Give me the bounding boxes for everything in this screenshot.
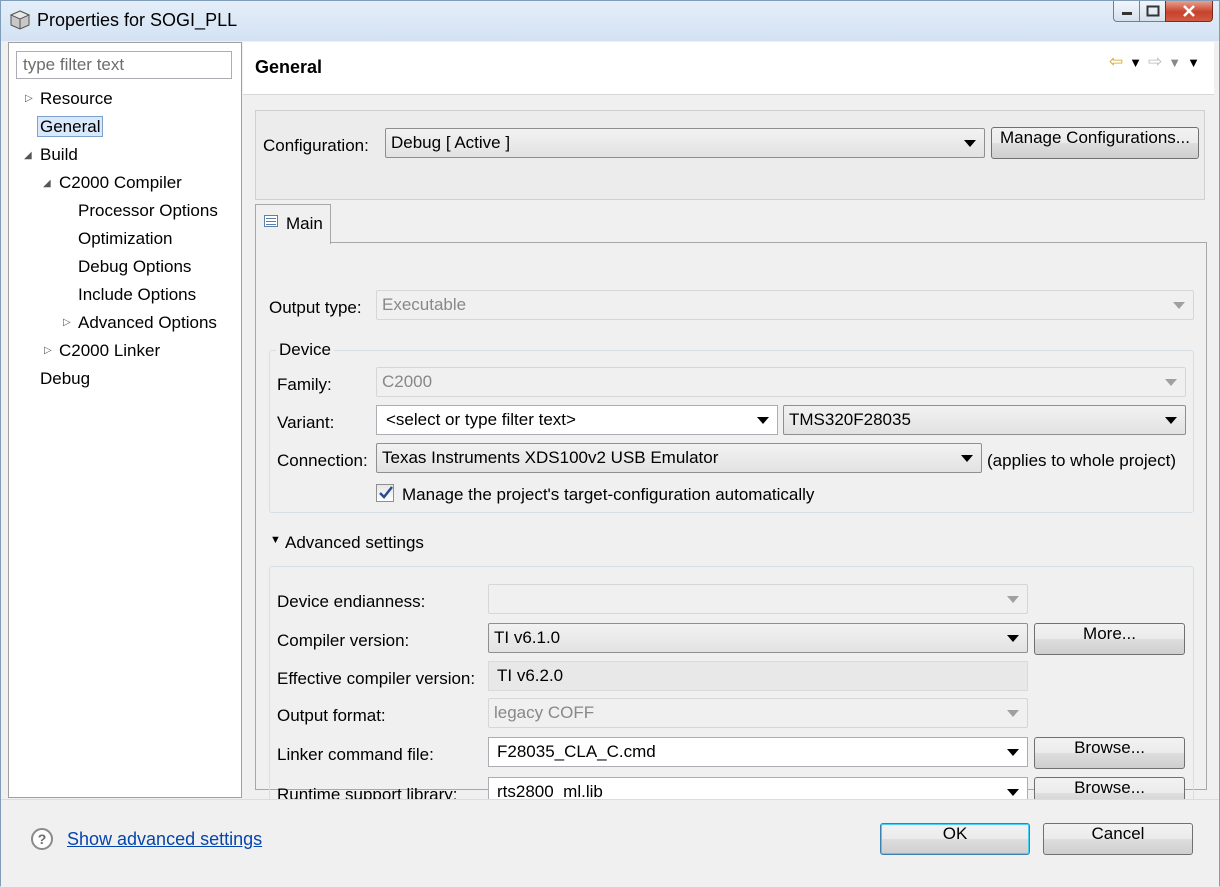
collapsed-arrow-icon[interactable]: ▷ [44,338,52,364]
compiler-version-select[interactable]: TI v6.1.0 [488,623,1028,653]
dropdown-arrow-icon [757,417,769,424]
expanded-arrow-icon[interactable]: ◢ [43,171,51,197]
configuration-value: Debug [ Active ] [391,133,511,152]
configuration-select[interactable]: Debug [ Active ] [385,128,985,158]
dropdown-arrow-icon [1165,417,1177,424]
linker-cmd-combo[interactable]: F28035_CLA_C.cmd [488,737,1028,767]
dropdown-arrow-icon [1165,379,1177,386]
app-cube-icon [9,10,31,30]
forward-dropdown-icon[interactable]: ▼ [1168,55,1181,70]
ok-button[interactable]: OK [880,823,1030,855]
properties-tree-pane: ▷ Resource General ◢ Build ◢ C2000 Compi… [8,42,242,798]
close-button[interactable] [1165,1,1213,22]
linker-cmd-label: Linker command file: [277,745,434,764]
output-format-select[interactable]: legacy COFF [488,698,1028,728]
compiler-version-value: TI v6.1.0 [494,628,561,647]
dialog-footer: ? Show advanced settings OK Cancel [1,799,1219,887]
output-type-label: Output type: [269,298,362,317]
view-menu-icon[interactable]: ▼ [1187,55,1200,70]
tab-main[interactable]: Main [255,204,331,244]
checkmark-icon [379,486,393,499]
dropdown-arrow-icon [1007,749,1019,756]
question-mark-icon[interactable]: ? [31,828,53,850]
configuration-panel: Configuration: Debug [ Active ] Manage C… [255,110,1205,200]
properties-page: General ⇦ ▼ ⇨ ▼ ▼ Configuration: Debug [… [243,42,1214,817]
tree-item-optimization[interactable]: Optimization [78,226,172,252]
variant-filter-text: <select or type filter text> [386,410,576,429]
effective-compiler-label: Effective compiler version: [277,669,476,688]
variant-value: TMS320F28035 [789,410,911,429]
properties-dialog: Properties for SOGI_PLL ▷ Resource Gener… [0,0,1220,887]
connection-note: (applies to whole project) [987,451,1176,470]
variant-select[interactable]: TMS320F28035 [783,405,1186,435]
effective-compiler-field: TI v6.2.0 [488,661,1028,691]
dropdown-arrow-icon [1007,789,1019,796]
close-icon [1183,5,1195,17]
advanced-settings-toggle[interactable]: Advanced settings [285,533,424,553]
connection-label: Connection: [277,451,368,470]
page-header: General ⇦ ▼ ⇨ ▼ ▼ [243,42,1214,95]
output-type-select[interactable]: Executable [376,290,1194,320]
collapsed-arrow-icon[interactable]: ▷ [63,310,71,336]
cancel-button[interactable]: Cancel [1043,823,1193,855]
family-select[interactable]: C2000 [376,367,1186,397]
collapsed-arrow-icon[interactable]: ▷ [25,86,33,112]
expanded-arrow-icon[interactable]: ◢ [24,143,32,169]
linker-cmd-value: F28035_CLA_C.cmd [497,742,656,761]
variant-filter-combo[interactable]: <select or type filter text> [376,405,778,435]
tree-item-debug[interactable]: Debug [40,366,90,392]
page-title: General [255,57,323,77]
dropdown-arrow-icon [1173,302,1185,309]
tree-item-include-options[interactable]: Include Options [78,282,196,308]
connection-value: Texas Instruments XDS100v2 USB Emulator [382,448,719,467]
device-endianness-label: Device endianness: [277,592,426,611]
dropdown-arrow-icon [1007,710,1019,717]
maximize-icon [1146,5,1159,17]
main-tab-content: Output type: Executable Device Family: C… [255,242,1207,817]
window-title: Properties for SOGI_PLL [37,10,238,30]
device-group-title: Device [276,340,334,360]
tree-filter-input[interactable] [16,51,232,79]
configuration-label: Configuration: [263,136,369,155]
connection-select[interactable]: Texas Instruments XDS100v2 USB Emulator [376,443,982,473]
show-advanced-settings-link[interactable]: Show advanced settings [67,829,262,850]
variant-label: Variant: [277,413,335,432]
dropdown-arrow-icon [961,455,973,462]
tab-main-label: Main [286,214,323,233]
manage-configurations-button[interactable]: Manage Configurations... [991,127,1199,159]
tree-item-processor-options[interactable]: Processor Options [78,198,218,224]
linker-cmd-browse-button[interactable]: Browse... [1034,737,1185,769]
manage-target-config-checkbox[interactable] [376,484,394,502]
tree-item-debug-options[interactable]: Debug Options [78,254,191,280]
output-format-label: Output format: [277,706,386,725]
back-dropdown-icon[interactable]: ▼ [1129,55,1142,70]
expanded-triangle-icon[interactable]: ▼ [270,534,281,546]
more-button[interactable]: More... [1034,623,1185,655]
family-label: Family: [277,375,332,394]
compiler-version-label: Compiler version: [277,631,410,650]
minimize-icon [1121,12,1132,15]
history-navigation: ⇦ ▼ ⇨ ▼ ▼ [1109,52,1200,72]
family-value: C2000 [382,372,433,391]
dropdown-arrow-icon [1007,596,1019,603]
back-arrow-icon[interactable]: ⇦ [1109,52,1123,72]
maximize-button[interactable] [1139,1,1166,22]
dropdown-arrow-icon [1007,635,1019,642]
minimize-button[interactable] [1113,1,1140,22]
title-bar: Properties for SOGI_PLL [1,1,1219,41]
manage-target-config-label[interactable]: Manage the project's target-configuratio… [402,485,814,505]
output-type-value: Executable [382,295,467,314]
forward-arrow-icon[interactable]: ⇨ [1148,52,1162,72]
tree-item-general[interactable]: General [37,114,104,140]
dropdown-arrow-icon [964,140,976,147]
output-format-value: legacy COFF [494,703,595,722]
tab-main-icon [264,215,278,227]
device-endianness-select[interactable] [488,584,1028,614]
